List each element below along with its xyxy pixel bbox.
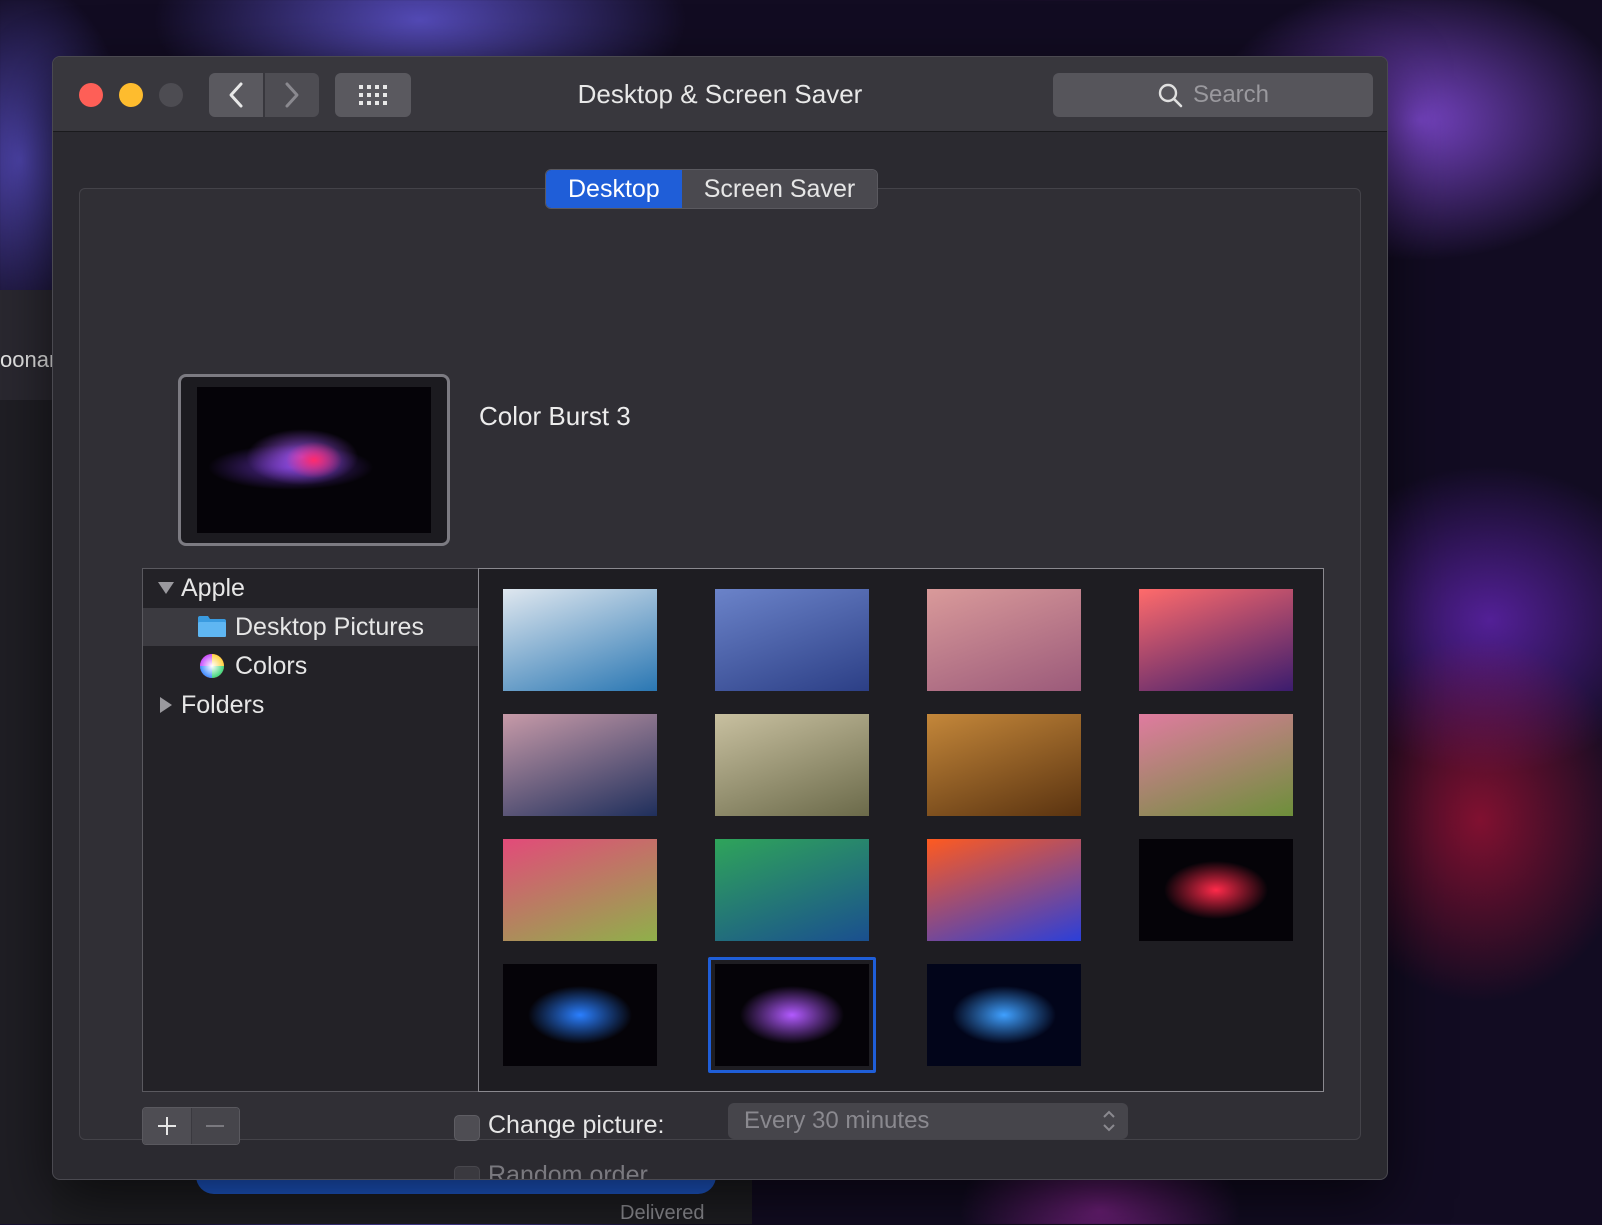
change-picture-checkbox[interactable] (454, 1115, 480, 1141)
add-folder-button[interactable] (143, 1108, 191, 1144)
wallpaper-thumbnail-misty-lake-mountain[interactable] (503, 714, 657, 816)
wallpaper-preview (178, 374, 450, 546)
wallpaper-thumbnail-color-burst-3[interactable] (715, 964, 869, 1066)
source-item-colors[interactable]: Colors (143, 647, 479, 685)
search-icon (1158, 83, 1183, 108)
wallpaper-thumbnail-blue-mountain-ridges[interactable] (715, 589, 869, 691)
change-picture-label: Change picture: (488, 1111, 665, 1139)
color-wheel-icon (200, 654, 224, 678)
wallpaper-thumbnail-color-burst-blue[interactable] (503, 964, 657, 1066)
wallpaper-grid (478, 568, 1324, 1092)
disclosure-open-icon (158, 582, 174, 594)
wallpaper-thumbnail-frozen-lake-trees[interactable] (503, 589, 657, 691)
source-group-apple[interactable]: Apple (143, 569, 479, 607)
background-app-text: oonar (0, 347, 57, 372)
wallpaper-thumbnail-pink-sand-dunes[interactable] (927, 589, 1081, 691)
minus-icon (206, 1125, 225, 1127)
source-list: Apple Desktop Pictures Colors Folders (142, 568, 479, 1092)
source-item-colors-label: Colors (235, 651, 308, 680)
source-group-folders[interactable]: Folders (143, 686, 479, 724)
background-app-window-lower (0, 400, 52, 1224)
source-item-desktop-pictures-label: Desktop Pictures (235, 612, 424, 641)
source-group-apple-label: Apple (181, 573, 245, 602)
wallpaper-thumbnail-lion[interactable] (927, 714, 1081, 816)
wallpaper-thumbnail-antelope-canyon[interactable] (1139, 589, 1293, 691)
wallpaper-thumbnail-poppies[interactable] (503, 839, 657, 941)
wallpaper-thumbnail-blue-nebula[interactable] (927, 964, 1081, 1066)
change-interval-value: Every 30 minutes (744, 1107, 930, 1134)
plus-icon (157, 1117, 176, 1135)
source-group-folders-label: Folders (181, 690, 265, 719)
updown-arrows-icon (1103, 1110, 1115, 1132)
wallpaper-thumbnail-pink-grass[interactable] (1139, 714, 1293, 816)
search-placeholder: Search (1192, 81, 1270, 108)
disclosure-closed-icon (160, 697, 172, 713)
preferences-window: Desktop & Screen Saver Search Desktop Sc… (52, 56, 1388, 1180)
background-delivered-label: Delivered (620, 1202, 705, 1224)
wallpaper-thumbnail-elephant-savanna[interactable] (715, 714, 869, 816)
title-bar[interactable]: Desktop & Screen Saver Search (53, 57, 1387, 132)
add-remove-control (142, 1107, 240, 1145)
wallpaper-thumbnail-green-earth-swirl[interactable] (715, 839, 869, 941)
change-interval-popup[interactable]: Every 30 minutes (728, 1103, 1128, 1139)
content-panel: Color Burst 3 Apple Desktop Pictures Col… (79, 188, 1361, 1179)
remove-folder-button[interactable] (190, 1108, 239, 1144)
folder-icon (198, 616, 226, 637)
tab-screen-saver[interactable]: Screen Saver (681, 170, 878, 208)
random-order-label: Random order (488, 1161, 648, 1180)
search-field[interactable]: Search (1053, 73, 1373, 117)
tab-desktop[interactable]: Desktop (546, 170, 682, 208)
wallpaper-thumbnail-color-burst-red[interactable] (1139, 839, 1293, 941)
wallpaper-thumbnail-red-ribbons[interactable] (927, 839, 1081, 941)
wallpaper-preview-image (197, 387, 431, 533)
tab-bar: Desktop Screen Saver (545, 169, 879, 209)
source-item-desktop-pictures[interactable]: Desktop Pictures (143, 608, 479, 646)
wallpaper-name: Color Burst 3 (479, 401, 631, 431)
random-order-checkbox[interactable] (454, 1166, 480, 1179)
background-app-window (0, 290, 52, 400)
